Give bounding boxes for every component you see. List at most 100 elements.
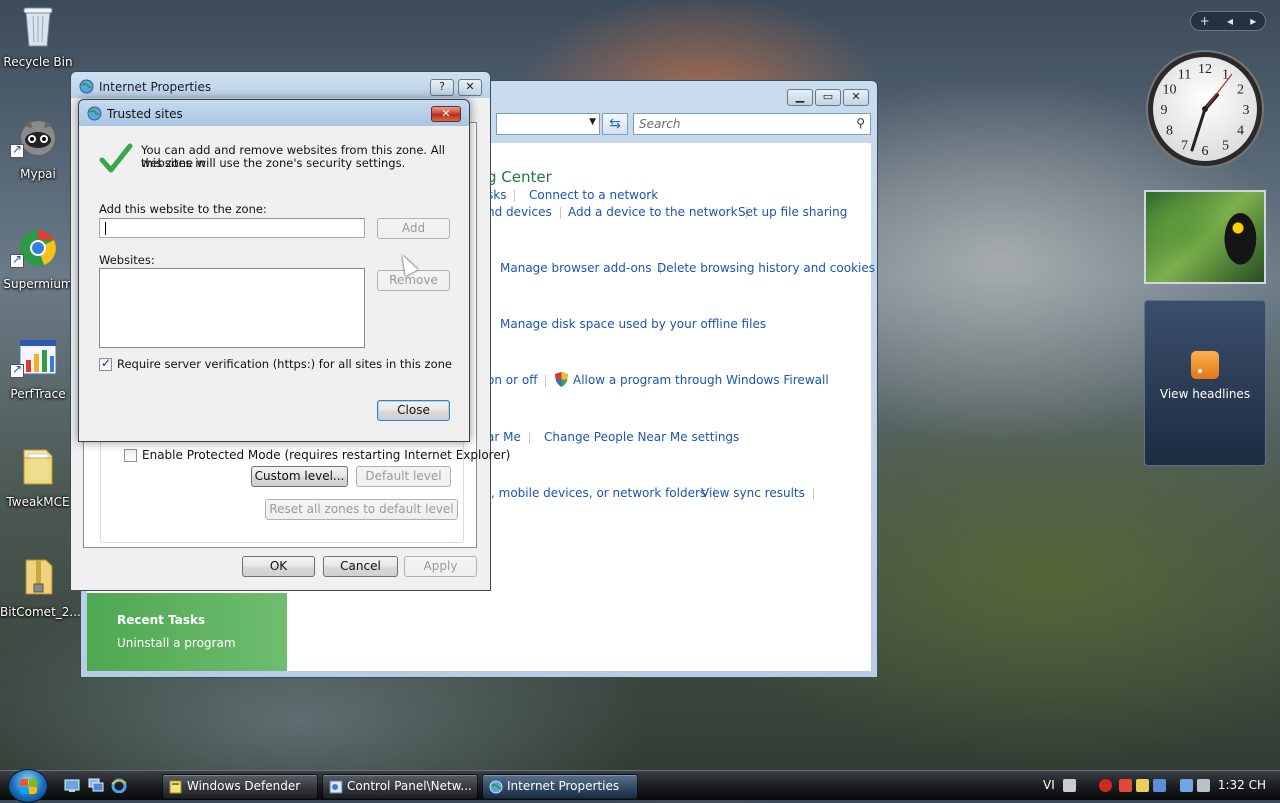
desktop-icon-recycle-bin[interactable]: Recycle Bin (0, 4, 76, 69)
shield-icon (555, 372, 568, 387)
volume-muted-icon[interactable] (1197, 779, 1210, 792)
internet-explorer-icon[interactable] (111, 778, 127, 793)
recent-tasks-panel: Recent Tasks Uninstall a program (87, 593, 287, 671)
dialog-title: Internet Properties (99, 80, 212, 94)
rss-feed-icon (1191, 351, 1219, 379)
custom-level-button[interactable]: Custom level... (251, 466, 348, 487)
protected-mode-checkbox[interactable] (124, 448, 137, 462)
checkmark-icon (99, 143, 133, 173)
slideshow-gadget-toucan-photo[interactable] (1144, 190, 1266, 284)
clock-numeral: 9 (1161, 103, 1168, 118)
taskbar-button-label: Control Panel\Netw... (347, 779, 472, 793)
add-website-label: Add this website to the zone: (99, 202, 267, 216)
desktop-icon-tweakmce[interactable]: TweakMCE (0, 444, 76, 509)
link-near-me-fragment[interactable]: ar Me (487, 430, 530, 444)
link-manage-addons[interactable]: Manage browser add-ons (500, 261, 661, 275)
link-delete-history[interactable]: Delete browsing history and cookies (657, 261, 875, 275)
address-bar[interactable]: ▼ (496, 113, 600, 135)
link-mobile-devices-fragment[interactable]: , mobile devices, or network folders (491, 486, 716, 500)
cancel-button[interactable]: Cancel (323, 556, 398, 577)
require-https-checkbox[interactable] (99, 356, 112, 371)
close-dialog-button[interactable]: Close (377, 400, 450, 421)
link-connect-network[interactable]: Connect to a network (529, 188, 658, 202)
link-change-people-near-me[interactable]: Change People Near Me settings (544, 430, 739, 444)
desktop-icon-perftrace[interactable]: PerfTrace (0, 336, 76, 401)
link-on-off-fragment[interactable]: on or off (487, 373, 548, 387)
websites-list[interactable] (99, 268, 365, 348)
link-view-sync-results[interactable]: View sync results (701, 486, 814, 500)
network-icon[interactable] (1180, 779, 1193, 792)
shortcut-arrow-icon (10, 252, 24, 268)
network-monitor-icon[interactable] (1153, 779, 1166, 792)
gadget-sidebar-controls: + ◂ ▸ (1190, 11, 1266, 31)
defender-tray-icon[interactable] (1136, 779, 1149, 792)
remove-button[interactable]: Remove (377, 270, 450, 291)
default-level-button[interactable]: Default level (356, 466, 451, 487)
desktop-icon-label: PerfTrace (10, 387, 66, 401)
ok-button[interactable]: OK (242, 556, 315, 577)
link-add-device[interactable]: Add a device to the network (568, 205, 747, 219)
previous-gadget-button[interactable]: ◂ (1227, 14, 1233, 28)
help-button[interactable]: ? (430, 79, 454, 96)
close-button[interactable]: ✕ (431, 106, 461, 122)
taskbar-button-control-panel[interactable]: Control Panel\Netw... (322, 774, 478, 799)
folder-icon (23, 449, 53, 485)
close-button[interactable]: ✕ (458, 79, 482, 96)
clock-numeral: 3 (1243, 103, 1250, 118)
link-manage-disk-space[interactable]: Manage disk space used by your offline f… (500, 317, 766, 331)
page-title-fragment: g Center (487, 168, 552, 186)
taskbar-button-internet-properties[interactable]: Internet Properties (482, 774, 638, 799)
link-devices-fragment[interactable]: nd devices (487, 205, 561, 219)
protected-mode-row[interactable]: Enable Protected Mode (requires restarti… (124, 448, 510, 462)
reset-all-zones-button[interactable]: Reset all zones to default level (265, 499, 458, 520)
chevron-down-icon[interactable]: ▼ (589, 117, 596, 127)
keyboard-icon[interactable] (1063, 779, 1076, 792)
start-button[interactable] (8, 769, 48, 803)
clock-time[interactable]: 1:32 CH (1218, 778, 1266, 792)
clock-numeral: 6 (1202, 144, 1209, 159)
taskbar-button-label: Internet Properties (507, 779, 620, 793)
link-setup-file-sharing[interactable]: Set up file sharing (738, 205, 847, 219)
firewall-alert-icon[interactable] (1119, 779, 1132, 792)
security-alert-icon[interactable] (1099, 779, 1112, 792)
switch-windows-icon[interactable] (88, 778, 104, 793)
refresh-button[interactable]: ⇆ (602, 113, 628, 135)
windows-logo-icon (20, 779, 37, 794)
clock-numeral: 12 (1198, 62, 1212, 77)
protected-mode-label: Enable Protected Mode (requires restarti… (142, 448, 511, 462)
desktop-icon-label: Mypai (20, 167, 56, 181)
website-input[interactable] (99, 218, 365, 238)
input-language-indicator[interactable]: VI (1043, 778, 1055, 792)
desktop-icon-bitcomet[interactable]: BitComet_2... (0, 554, 81, 619)
clock-gadget[interactable]: 12 12 3 45678 9 1011 (1144, 48, 1266, 170)
clock-numeral: 4 (1237, 124, 1244, 139)
clock-numeral: 1 (1222, 68, 1229, 83)
archive-icon (25, 559, 53, 595)
apply-button[interactable]: Apply (404, 556, 477, 577)
maximize-button[interactable]: ▭ (815, 89, 841, 106)
link-allow-program-firewall[interactable]: Allow a program through Windows Firewall (573, 373, 829, 387)
next-gadget-button[interactable]: ▸ (1250, 14, 1256, 28)
require-https-label: Require server verification (https:) for… (117, 357, 452, 371)
add-gadget-button[interactable]: + (1200, 14, 1210, 28)
taskbar-button-windows-defender[interactable]: Windows Defender (162, 774, 318, 799)
control-panel-icon (329, 780, 343, 794)
desktop-icon-label: Recycle Bin (3, 55, 73, 69)
feed-headlines-gadget[interactable]: View headlines (1144, 300, 1266, 466)
require-https-row[interactable]: Require server verification (https:) for… (99, 356, 452, 371)
close-button[interactable]: ✕ (843, 89, 869, 106)
defender-icon (169, 780, 182, 794)
desktop-icon-supermium[interactable]: Supermium (0, 226, 76, 291)
minimize-button[interactable]: ▁ (787, 89, 813, 106)
search-input[interactable]: Search ⚲ (633, 113, 871, 135)
link-uninstall-program[interactable]: Uninstall a program (117, 636, 257, 650)
internet-globe-icon (87, 106, 102, 121)
text-caret (105, 222, 106, 235)
search-icon[interactable]: ⚲ (856, 116, 865, 130)
show-desktop-icon[interactable] (64, 778, 80, 793)
system-tray: VI 1:32 CH (1035, 771, 1280, 801)
shortcut-arrow-icon (10, 142, 24, 158)
add-button[interactable]: Add (377, 218, 450, 239)
recycle-bin-icon (23, 7, 53, 47)
desktop-icon-mypai[interactable]: Mypai (0, 116, 76, 181)
